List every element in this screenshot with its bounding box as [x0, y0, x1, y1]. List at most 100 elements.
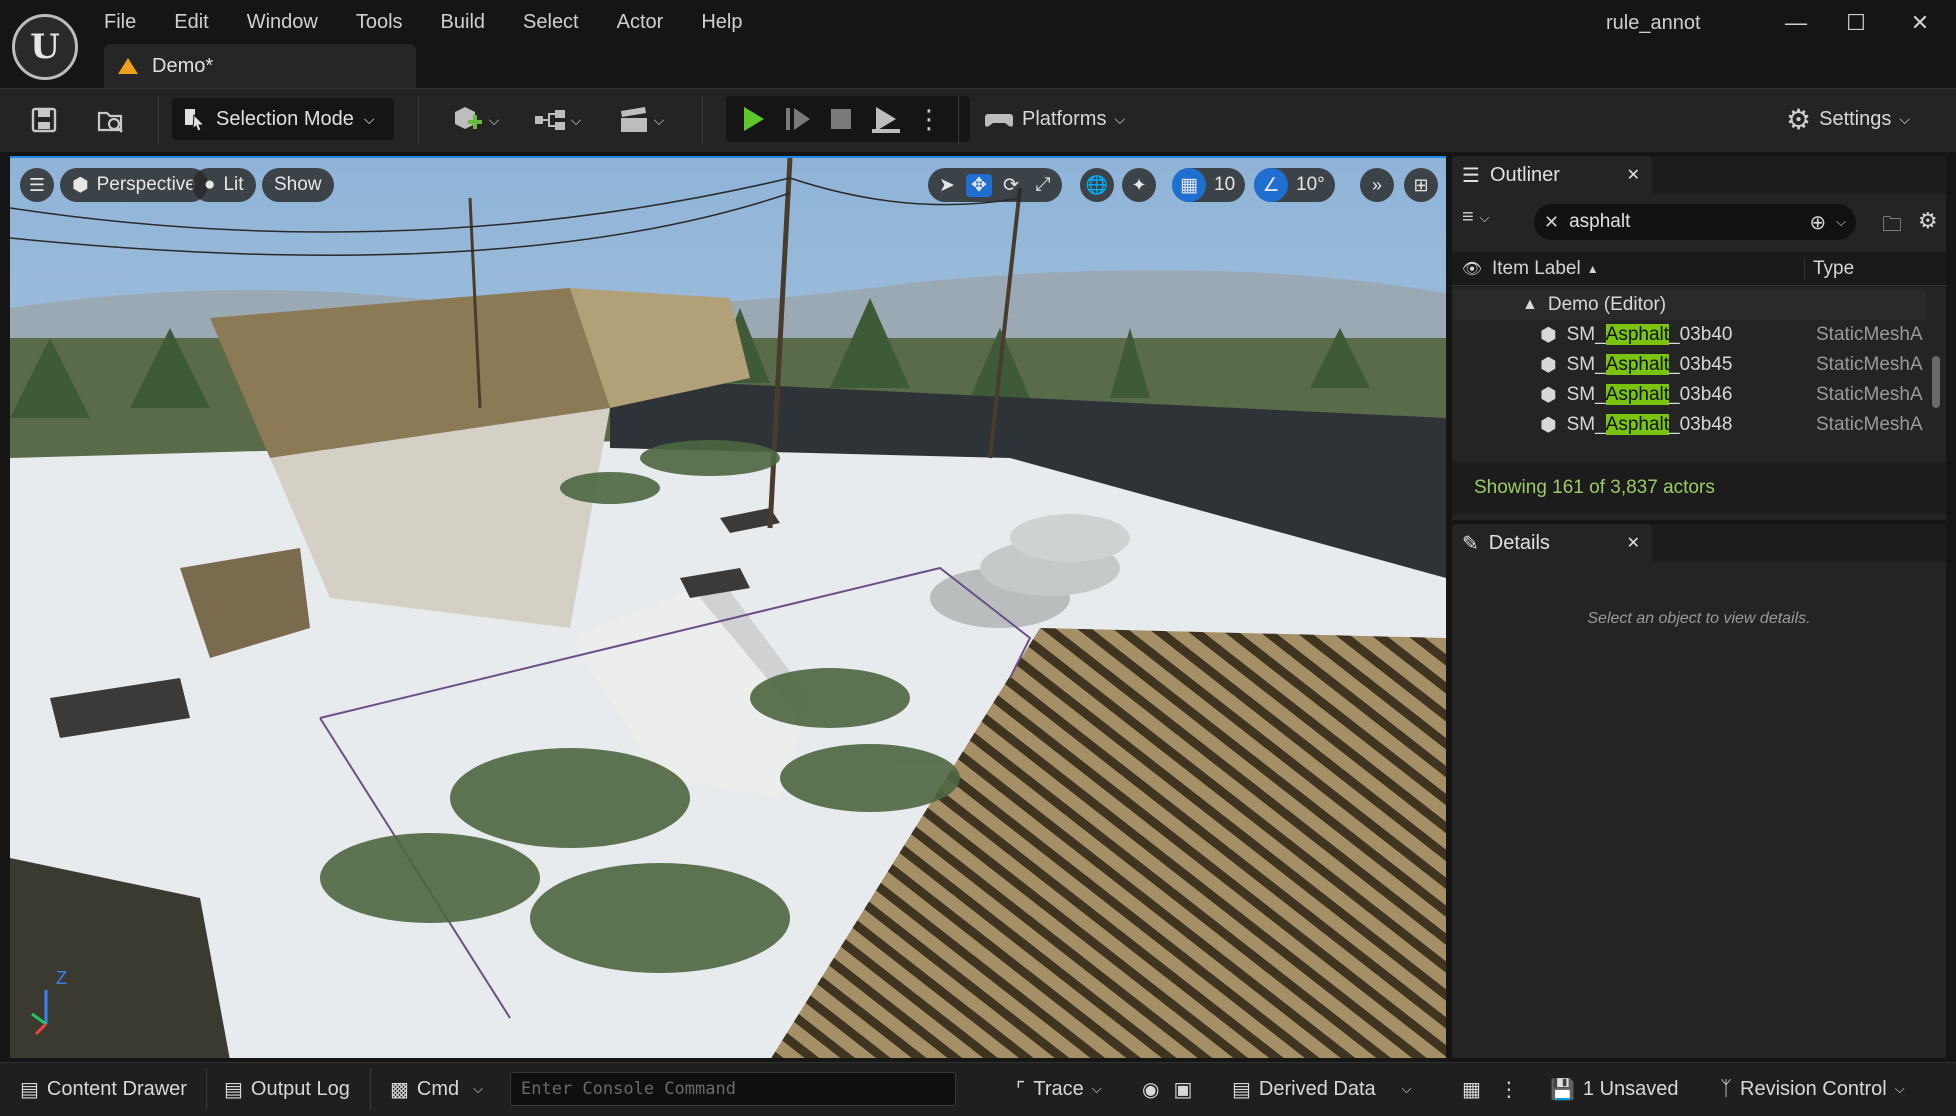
platforms-dropdown[interactable]: Platforms ⌵ [984, 98, 1125, 140]
close-icon[interactable]: ✕ [1627, 165, 1640, 185]
settings-dropdown[interactable]: ⚙ Settings ⌵ [1786, 98, 1910, 140]
search-input[interactable]: asphalt [1569, 211, 1630, 233]
unsaved-button[interactable]: 💾 1 Unsaved [1550, 1072, 1679, 1106]
lit-button[interactable]: ● Lit [192, 168, 256, 202]
item-label: SM_Asphalt_03b45 [1566, 354, 1733, 375]
list-item[interactable]: ⬢ SM_Asphalt_03b48 StaticMeshA [1452, 410, 1926, 440]
item-label: SM_Asphalt_03b48 [1566, 414, 1733, 435]
menu-file[interactable]: File [104, 7, 155, 38]
grid-snap-value: 10 [1214, 174, 1236, 195]
type-column[interactable]: Type [1804, 257, 1854, 280]
save-icon[interactable] [24, 100, 64, 140]
menu-bar: File Edit Window Tools Build Select Acto… [104, 6, 780, 38]
console-input[interactable]: Enter Console Command [510, 1072, 956, 1106]
trace-icon: ⌜ [1016, 1078, 1026, 1101]
trace-dropdown[interactable]: ⌜ Trace ⌵ [1016, 1072, 1102, 1106]
grid-snap-toggle[interactable]: ▦ 10 [1172, 168, 1246, 202]
add-icon[interactable]: ⊕ [1809, 210, 1826, 235]
menu-build[interactable]: Build [441, 7, 504, 38]
revision-control-dropdown[interactable]: ᛉ Revision Control ⌵ [1720, 1072, 1905, 1106]
menu-actor[interactable]: Actor [617, 7, 683, 38]
menu-select[interactable]: Select [523, 7, 598, 38]
trace-controls: ◉ ▣ [1142, 1072, 1192, 1106]
gear-icon[interactable]: ⚙ [1918, 208, 1938, 234]
more-options-icon[interactable]: ⋮ [916, 106, 942, 132]
menu-help[interactable]: Help [701, 7, 761, 38]
unsaved-label: 1 Unsaved [1582, 1077, 1679, 1100]
record-icon[interactable]: ◉ [1142, 1077, 1159, 1102]
visibility-icon[interactable]: 👁 [1452, 259, 1492, 279]
outliner-scrollbar[interactable] [1932, 356, 1940, 408]
scale-icon[interactable]: ⤢ [1030, 174, 1056, 196]
perspective-button[interactable]: ⬢ Perspective [60, 168, 208, 202]
selection-mode-dropdown[interactable]: Selection Mode ⌵ [172, 98, 394, 140]
filter-dropdown[interactable]: ≡ ⌵ [1462, 206, 1490, 229]
outliner-tab[interactable]: ☰ Outliner ✕ [1452, 156, 1652, 194]
derived-data-dropdown[interactable]: ▤ Derived Data ⌵ [1232, 1072, 1411, 1106]
viewport-menu-icon[interactable]: ☰ [20, 168, 54, 202]
viewport-layout-icon[interactable]: ⊞ [1404, 168, 1438, 202]
add-actor-button[interactable]: ⌵ [446, 100, 504, 140]
revision-control-label: Revision Control [1740, 1077, 1887, 1100]
stop-icon[interactable] [826, 104, 856, 134]
gear-icon: ⚙ [1786, 103, 1812, 135]
output-log-button[interactable]: ▤ Output Log [224, 1072, 350, 1106]
derived-data-label: Derived Data [1258, 1077, 1376, 1100]
maximize-button[interactable]: ☐ [1826, 6, 1886, 40]
level-tab[interactable]: Demo* [104, 44, 416, 88]
cinematics-button[interactable]: ⌵ [612, 100, 670, 140]
play-icon[interactable] [738, 104, 768, 134]
filter-icon: ≡ [1462, 206, 1474, 228]
select-icon[interactable]: ➤ [934, 174, 960, 197]
content-drawer-button[interactable]: ▤ Content Drawer [20, 1072, 187, 1106]
close-icon[interactable]: ✕ [1627, 533, 1640, 553]
transform-tools: ➤ ✥ ⟳ ⤢ [928, 168, 1062, 202]
rotate-icon[interactable]: ⟳ [998, 174, 1024, 197]
clear-search-icon[interactable]: ✕ [1544, 212, 1559, 233]
project-name: rule_annot [1606, 12, 1701, 34]
list-item[interactable]: ⬢ SM_Asphalt_03b45 StaticMeshA [1452, 350, 1926, 380]
details-tab[interactable]: ✎ Details ✕ [1452, 524, 1652, 562]
snapshot-icon[interactable]: ▣ [1173, 1077, 1192, 1102]
list-item[interactable]: ⬢ SM_Asphalt_03b46 StaticMeshA [1452, 380, 1926, 410]
level-viewport[interactable]: ☰ ⬢ Perspective ● Lit Show ➤ ✥ ⟳ ⤢ 🌐 ✦ ▦… [10, 156, 1446, 1058]
cook-icon[interactable]: ▦ [1462, 1077, 1481, 1102]
item-label-column[interactable]: Item Label [1492, 258, 1581, 280]
item-type: StaticMeshA [1816, 384, 1923, 405]
eject-icon[interactable] [870, 104, 902, 134]
column-header: 👁 Item Label ▲ Type [1452, 252, 1946, 286]
cube-icon: ⬢ [72, 174, 89, 196]
expand-toolbar-icon[interactable]: » [1360, 168, 1394, 202]
close-window-button[interactable]: ✕ [1890, 6, 1950, 40]
outliner-panel: ☰ Outliner ✕ ≡ ⌵ ✕ asphalt ⊕ ⌵ 🗀 ⚙ 👁 Ite… [1452, 156, 1946, 520]
angle-snap-toggle[interactable]: ∠ 10° [1254, 168, 1335, 202]
chevron-down-icon[interactable]: ⌵ [1836, 214, 1846, 230]
skip-frame-icon[interactable] [782, 104, 812, 134]
menu-window[interactable]: Window [247, 7, 337, 38]
menu-edit[interactable]: Edit [174, 7, 227, 38]
browse-icon[interactable] [90, 100, 130, 140]
static-mesh-icon: ⬢ [1540, 324, 1557, 346]
add-folder-icon[interactable]: 🗀 [1882, 210, 1902, 244]
minimize-button[interactable]: — [1766, 6, 1826, 40]
surface-snap-icon[interactable]: ✦ [1122, 168, 1156, 202]
chevron-down-icon: ⌵ [363, 110, 375, 127]
tree-root-row[interactable]: ▲ Demo (Editor) [1452, 290, 1926, 320]
list-item[interactable]: ⬢ SM_Asphalt_03b40 StaticMeshA [1452, 320, 1926, 350]
outliner-search[interactable]: ✕ asphalt ⊕ ⌵ [1534, 204, 1856, 240]
blueprint-button[interactable]: ⌵ [528, 100, 586, 140]
blueprint-icon [534, 110, 565, 130]
level-icon [118, 58, 138, 74]
menu-tools[interactable]: Tools [356, 7, 422, 38]
item-label: SM_Asphalt_03b46 [1566, 384, 1733, 405]
unreal-logo-icon[interactable]: U [12, 14, 78, 80]
more-options-icon[interactable]: ⋮ [1499, 1077, 1519, 1102]
show-button[interactable]: Show [262, 168, 334, 202]
details-title: Details [1488, 531, 1550, 554]
database-icon: ▤ [1232, 1078, 1251, 1101]
cmd-dropdown[interactable]: ▩ Cmd ⌵ [390, 1072, 483, 1106]
world-local-icon[interactable]: 🌐 [1080, 168, 1114, 202]
translate-icon[interactable]: ✥ [966, 173, 992, 197]
platforms-label: Platforms [1022, 107, 1107, 130]
chevron-down-icon: ⌵ [653, 111, 665, 128]
